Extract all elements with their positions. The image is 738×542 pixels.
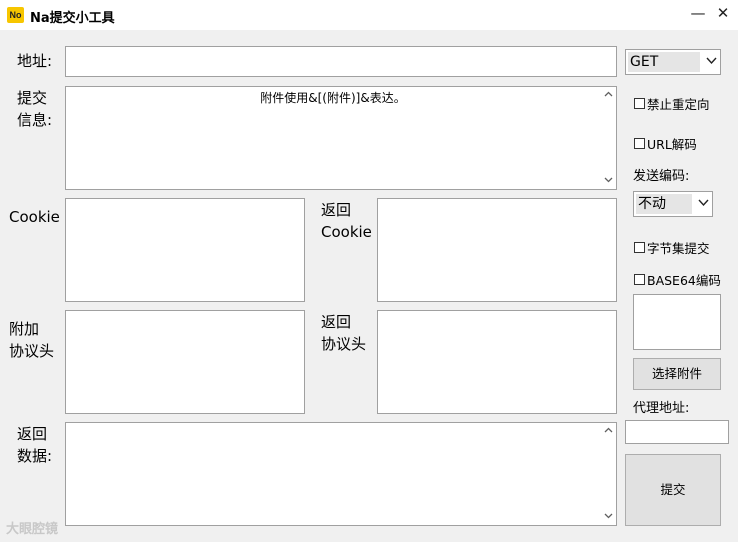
scrollbar[interactable] [600, 423, 616, 525]
watermark-text: 大眼腔镜 [6, 522, 59, 537]
byte-submit-checkbox[interactable]: 字节集提交 [634, 238, 710, 257]
base64-encode-label: BASE64编码 [647, 273, 721, 288]
submit-info-text: 附件使用&[(附件)]&表达。 [260, 91, 406, 105]
proxy-input[interactable] [625, 420, 729, 444]
checkbox-box[interactable] [634, 274, 645, 285]
scroll-down-icon[interactable] [600, 174, 616, 188]
submit-info-textarea[interactable]: 附件使用&[(附件)]&表达。 [65, 86, 617, 190]
chevron-down-icon [698, 196, 709, 210]
scroll-up-icon[interactable] [600, 88, 616, 102]
base64-encode-checkbox[interactable]: BASE64编码 [634, 270, 721, 289]
checkbox-box[interactable] [634, 98, 645, 109]
submit-info-label: 提交 信息: [17, 89, 53, 129]
url-decode-label: URL解码 [647, 137, 697, 152]
send-encoding-select[interactable]: 不动 [633, 191, 713, 217]
return-cookie-label: 返回 Cookie [321, 201, 372, 241]
scroll-up-icon[interactable] [600, 424, 616, 438]
attachment-list[interactable] [633, 294, 721, 350]
choose-attachment-button[interactable]: 选择附件 [633, 358, 721, 390]
proxy-label: 代理地址: [633, 401, 690, 416]
return-header-textarea[interactable] [377, 310, 617, 414]
return-data-label: 返回 数据: [17, 425, 53, 465]
app-icon: No [7, 7, 24, 23]
url-decode-checkbox[interactable]: URL解码 [634, 134, 697, 153]
extra-header-textarea[interactable] [65, 310, 305, 414]
title-bar: No Na提交小工具 — ✕ [0, 0, 738, 30]
return-header-label: 返回 协议头 [321, 313, 367, 353]
no-redirect-checkbox[interactable]: 禁止重定向 [634, 94, 710, 113]
send-encoding-value: 不动 [636, 194, 692, 214]
cookie-textarea[interactable] [65, 198, 305, 302]
method-select[interactable]: GET [625, 49, 721, 75]
method-select-value: GET [628, 52, 700, 72]
scrollbar[interactable] [600, 87, 616, 189]
address-input[interactable] [65, 46, 617, 77]
checkbox-box[interactable] [634, 242, 645, 253]
minimize-button[interactable]: — [687, 3, 709, 25]
scroll-down-icon[interactable] [600, 510, 616, 524]
checkbox-box[interactable] [634, 138, 645, 149]
window-title: Na提交小工具 [30, 11, 115, 26]
return-cookie-textarea[interactable] [377, 198, 617, 302]
submit-button[interactable]: 提交 [625, 454, 721, 526]
send-encoding-label: 发送编码: [633, 169, 690, 184]
no-redirect-label: 禁止重定向 [647, 97, 710, 112]
cookie-label: Cookie [9, 208, 60, 226]
return-data-textarea[interactable] [65, 422, 617, 526]
byte-submit-label: 字节集提交 [647, 241, 710, 256]
extra-header-label: 附加 协议头 [9, 320, 55, 360]
address-label: 地址: [17, 52, 53, 70]
close-button[interactable]: ✕ [712, 3, 734, 25]
chevron-down-icon [706, 54, 717, 68]
